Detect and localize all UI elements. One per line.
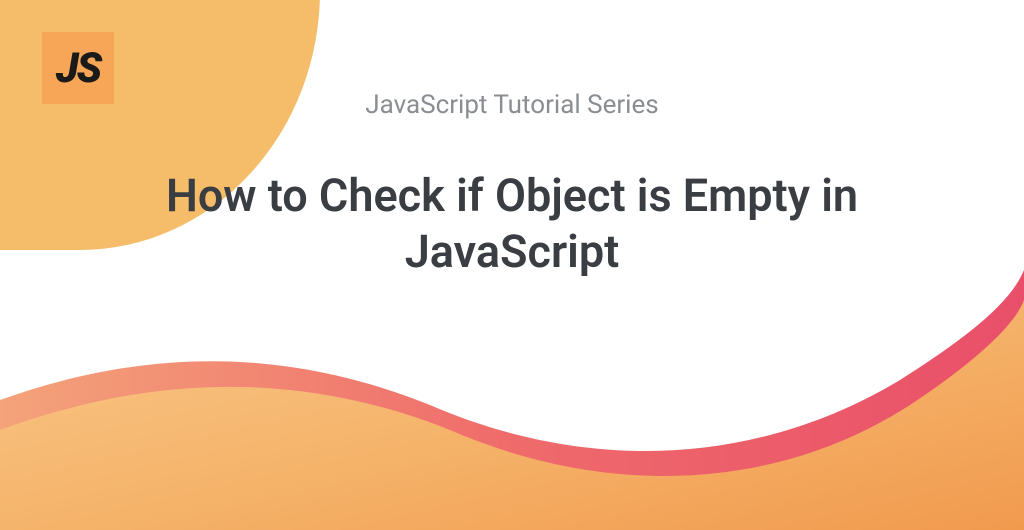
bottom-decorative-wave — [0, 270, 1024, 530]
series-subtitle: JavaScript Tutorial Series — [365, 90, 658, 120]
page-title: How to Check if Object is Empty in JavaS… — [92, 168, 932, 281]
content-area: JavaScript Tutorial Series How to Check … — [0, 0, 1024, 281]
